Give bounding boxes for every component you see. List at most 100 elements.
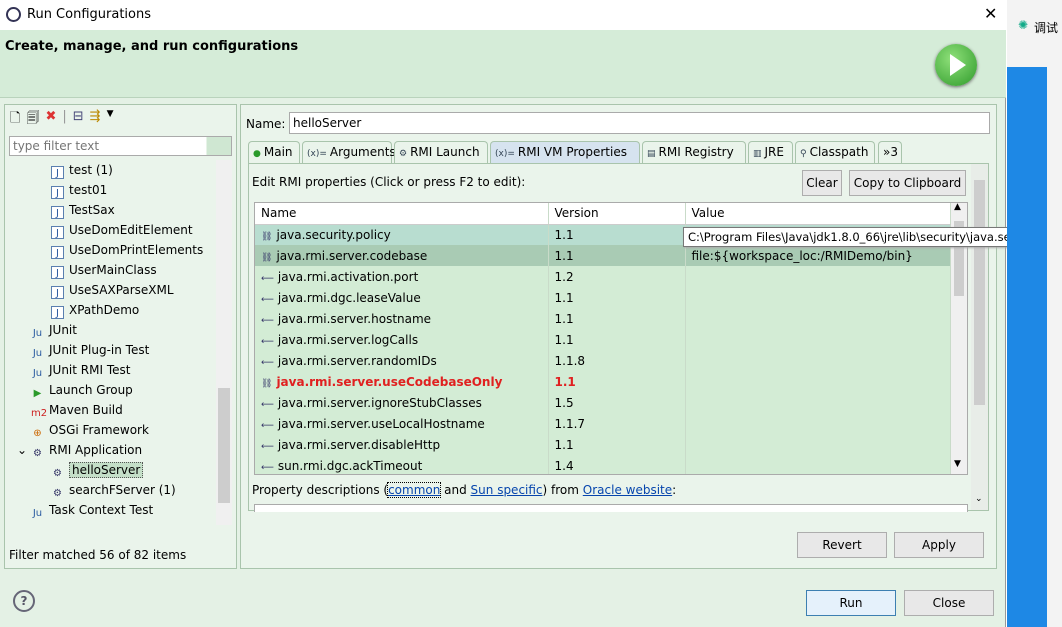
tree-item[interactable]: Jtest (1) [51,160,113,180]
cell-name[interactable]: ⟵ sun.rmi.dgc.ackTimeout [255,455,549,474]
tree-item[interactable]: J TestSax [51,200,115,220]
table-row[interactable]: ⟵ java.rmi.activation.port 1.2 [255,266,951,287]
filter-icon[interactable]: ⇶ [90,109,101,131]
close-button[interactable]: Close [904,590,994,616]
cell-version[interactable]: 1.1 [548,224,686,245]
tree-item[interactable]: Ju JUnit Plug-in Test [31,340,149,360]
revert-button[interactable]: Revert [797,532,887,558]
tree-item[interactable]: J XPathDemo [51,300,139,320]
sun-specific-link[interactable]: Sun specific [471,483,543,497]
cell-name[interactable]: ⟵ java.rmi.server.ignoreStubClasses [255,392,549,413]
table-row[interactable]: ⟵ java.rmi.server.disableHttp 1.1 [255,434,951,455]
cell-name[interactable]: ⟵ java.rmi.server.randomIDs [255,350,549,371]
run-button[interactable]: Run [806,590,896,616]
cell-version[interactable]: 1.2 [548,266,686,287]
tree-item[interactable]: ▶ Launch Group [31,380,133,400]
cell-version[interactable]: 1.1 [548,371,686,392]
filter-input[interactable] [9,136,232,156]
cell-version[interactable]: 1.1.8 [548,350,686,371]
tab-rmi-launch[interactable]: ⚙ RMI Launch [394,141,488,163]
duplicate-icon[interactable]: 🗐 [26,109,39,131]
name-input[interactable] [289,112,990,134]
close-window-button[interactable]: ✕ [984,4,997,23]
column-header-name[interactable]: Name [255,203,549,225]
help-button[interactable]: ? [13,590,35,612]
tree-scrollbar[interactable] [216,160,232,525]
cell-value[interactable] [685,371,951,392]
cell-value[interactable] [685,434,951,455]
tab-content-scrollbar[interactable]: ⌄ [971,164,988,510]
common-link[interactable]: common [387,482,442,498]
cell-value[interactable] [685,287,951,308]
rmi-launch-icon: ⚙ [399,149,408,159]
tab-classpath[interactable]: ⚲ Classpath [795,141,875,163]
cell-name[interactable]: ⟵ java.rmi.server.disableHttp [255,434,549,455]
cell-name[interactable]: ⛓ java.rmi.server.useCodebaseOnly [255,371,549,392]
table-row[interactable]: ⟵ sun.rmi.dgc.ackTimeout 1.4 [255,455,951,474]
apply-button[interactable]: Apply [894,532,984,558]
cell-version[interactable]: 1.4 [548,455,686,474]
cell-name[interactable]: ⟵ java.rmi.dgc.leaseValue [255,287,549,308]
cell-name[interactable]: ⛓ java.security.policy [255,224,549,245]
collapse-all-icon[interactable]: ⊟ [73,109,84,131]
cell-version[interactable]: 1.1 [548,287,686,308]
tree-item[interactable]: J UseDomPrintElements [51,240,203,260]
oracle-website-link[interactable]: Oracle website [583,483,672,497]
cell-version[interactable]: 1.1 [548,329,686,350]
tree-item[interactable]: ⚙ searchFServer (1) [51,480,176,500]
tree-item[interactable]: ⚙ helloServer [51,460,144,480]
table-row[interactable]: ⛓ java.rmi.server.codebase 1.1 file:${works… [255,245,951,266]
tab-main[interactable]: ● Main [248,141,300,163]
cell-value[interactable] [685,266,951,287]
table-row[interactable]: ⟵ java.rmi.server.hostname 1.1 [255,308,951,329]
expand-chevron-icon[interactable]: ⌄ [17,440,27,460]
copy-to-clipboard-button[interactable]: Copy to Clipboard [849,170,966,196]
tab--3[interactable]: »3 [878,141,902,163]
cell-value[interactable] [685,455,951,474]
clear-button[interactable]: Clear [802,170,842,196]
cell-text: java.rmi.server.codebase [276,248,428,263]
tree-item[interactable]: Ju JUnit [31,320,77,340]
cell-value[interactable] [685,392,951,413]
cell-name[interactable]: ⟵ java.rmi.server.useLocalHostname [255,413,549,434]
cell-value[interactable] [685,413,951,434]
cell-name[interactable]: ⛓ java.rmi.server.codebase [255,245,549,266]
cell-value[interactable] [685,350,951,371]
cell-version[interactable]: 1.5 [548,392,686,413]
tree-item[interactable]: m2 Maven Build [31,400,123,420]
cell-version[interactable]: 1.1 [548,308,686,329]
cell-version[interactable]: 1.1 [548,434,686,455]
tab-arguments[interactable]: (x)= Arguments [302,141,396,163]
new-config-icon[interactable]: 🗋 [10,109,20,131]
tree-item[interactable]: Jtest01 [51,180,107,200]
delete-icon[interactable]: ✖ [45,109,56,131]
cell-value[interactable] [685,308,951,329]
tree-item[interactable]: ⌄ ⚙ RMI Application [17,440,142,460]
tree-item[interactable]: Ju JUnit RMI Test [31,360,131,380]
view-menu-icon[interactable]: ▼ [107,109,114,131]
cell-value[interactable]: file:${workspace_loc:/RMIDemo/bin} [685,245,951,266]
tab-rmi-registry[interactable]: ▤ RMI Registry [642,141,746,163]
cell-version[interactable]: 1.1 [548,245,686,266]
cell-name[interactable]: ⟵ java.rmi.server.logCalls [255,329,549,350]
cell-version[interactable]: 1.1.7 [548,413,686,434]
tree-item[interactable]: J UseDomEditElement [51,220,193,240]
table-row[interactable]: ⟵ java.rmi.server.ignoreStubClasses 1.5 [255,392,951,413]
description-text-area[interactable] [254,504,968,512]
tree-item[interactable]: ⊕ OSGi Framework [31,420,149,440]
table-row[interactable]: ⟵ java.rmi.server.logCalls 1.1 [255,329,951,350]
column-header-value[interactable]: Value [685,203,951,225]
table-row[interactable]: ⟵ java.rmi.dgc.leaseValue 1.1 [255,287,951,308]
tree-item[interactable]: J UseSAXParseXML [51,280,174,300]
cell-value[interactable] [685,329,951,350]
cell-name[interactable]: ⟵ java.rmi.activation.port [255,266,549,287]
tab-rmi-vm-properties[interactable]: (x)= RMI VM Properties [490,141,640,163]
cell-name[interactable]: ⟵ java.rmi.server.hostname [255,308,549,329]
table-row[interactable]: ⟵ java.rmi.server.useLocalHostname 1.1.7 [255,413,951,434]
tree-item[interactable]: Ju Task Context Test [31,500,153,520]
column-header-version[interactable]: Version [548,203,686,225]
tree-item[interactable]: J UserMainClass [51,260,157,280]
table-row[interactable]: ⛓ java.rmi.server.useCodebaseOnly 1.1 [255,371,951,392]
tab-jre[interactable]: ▥ JRE [748,141,793,163]
table-row[interactable]: ⟵ java.rmi.server.randomIDs 1.1.8 [255,350,951,371]
